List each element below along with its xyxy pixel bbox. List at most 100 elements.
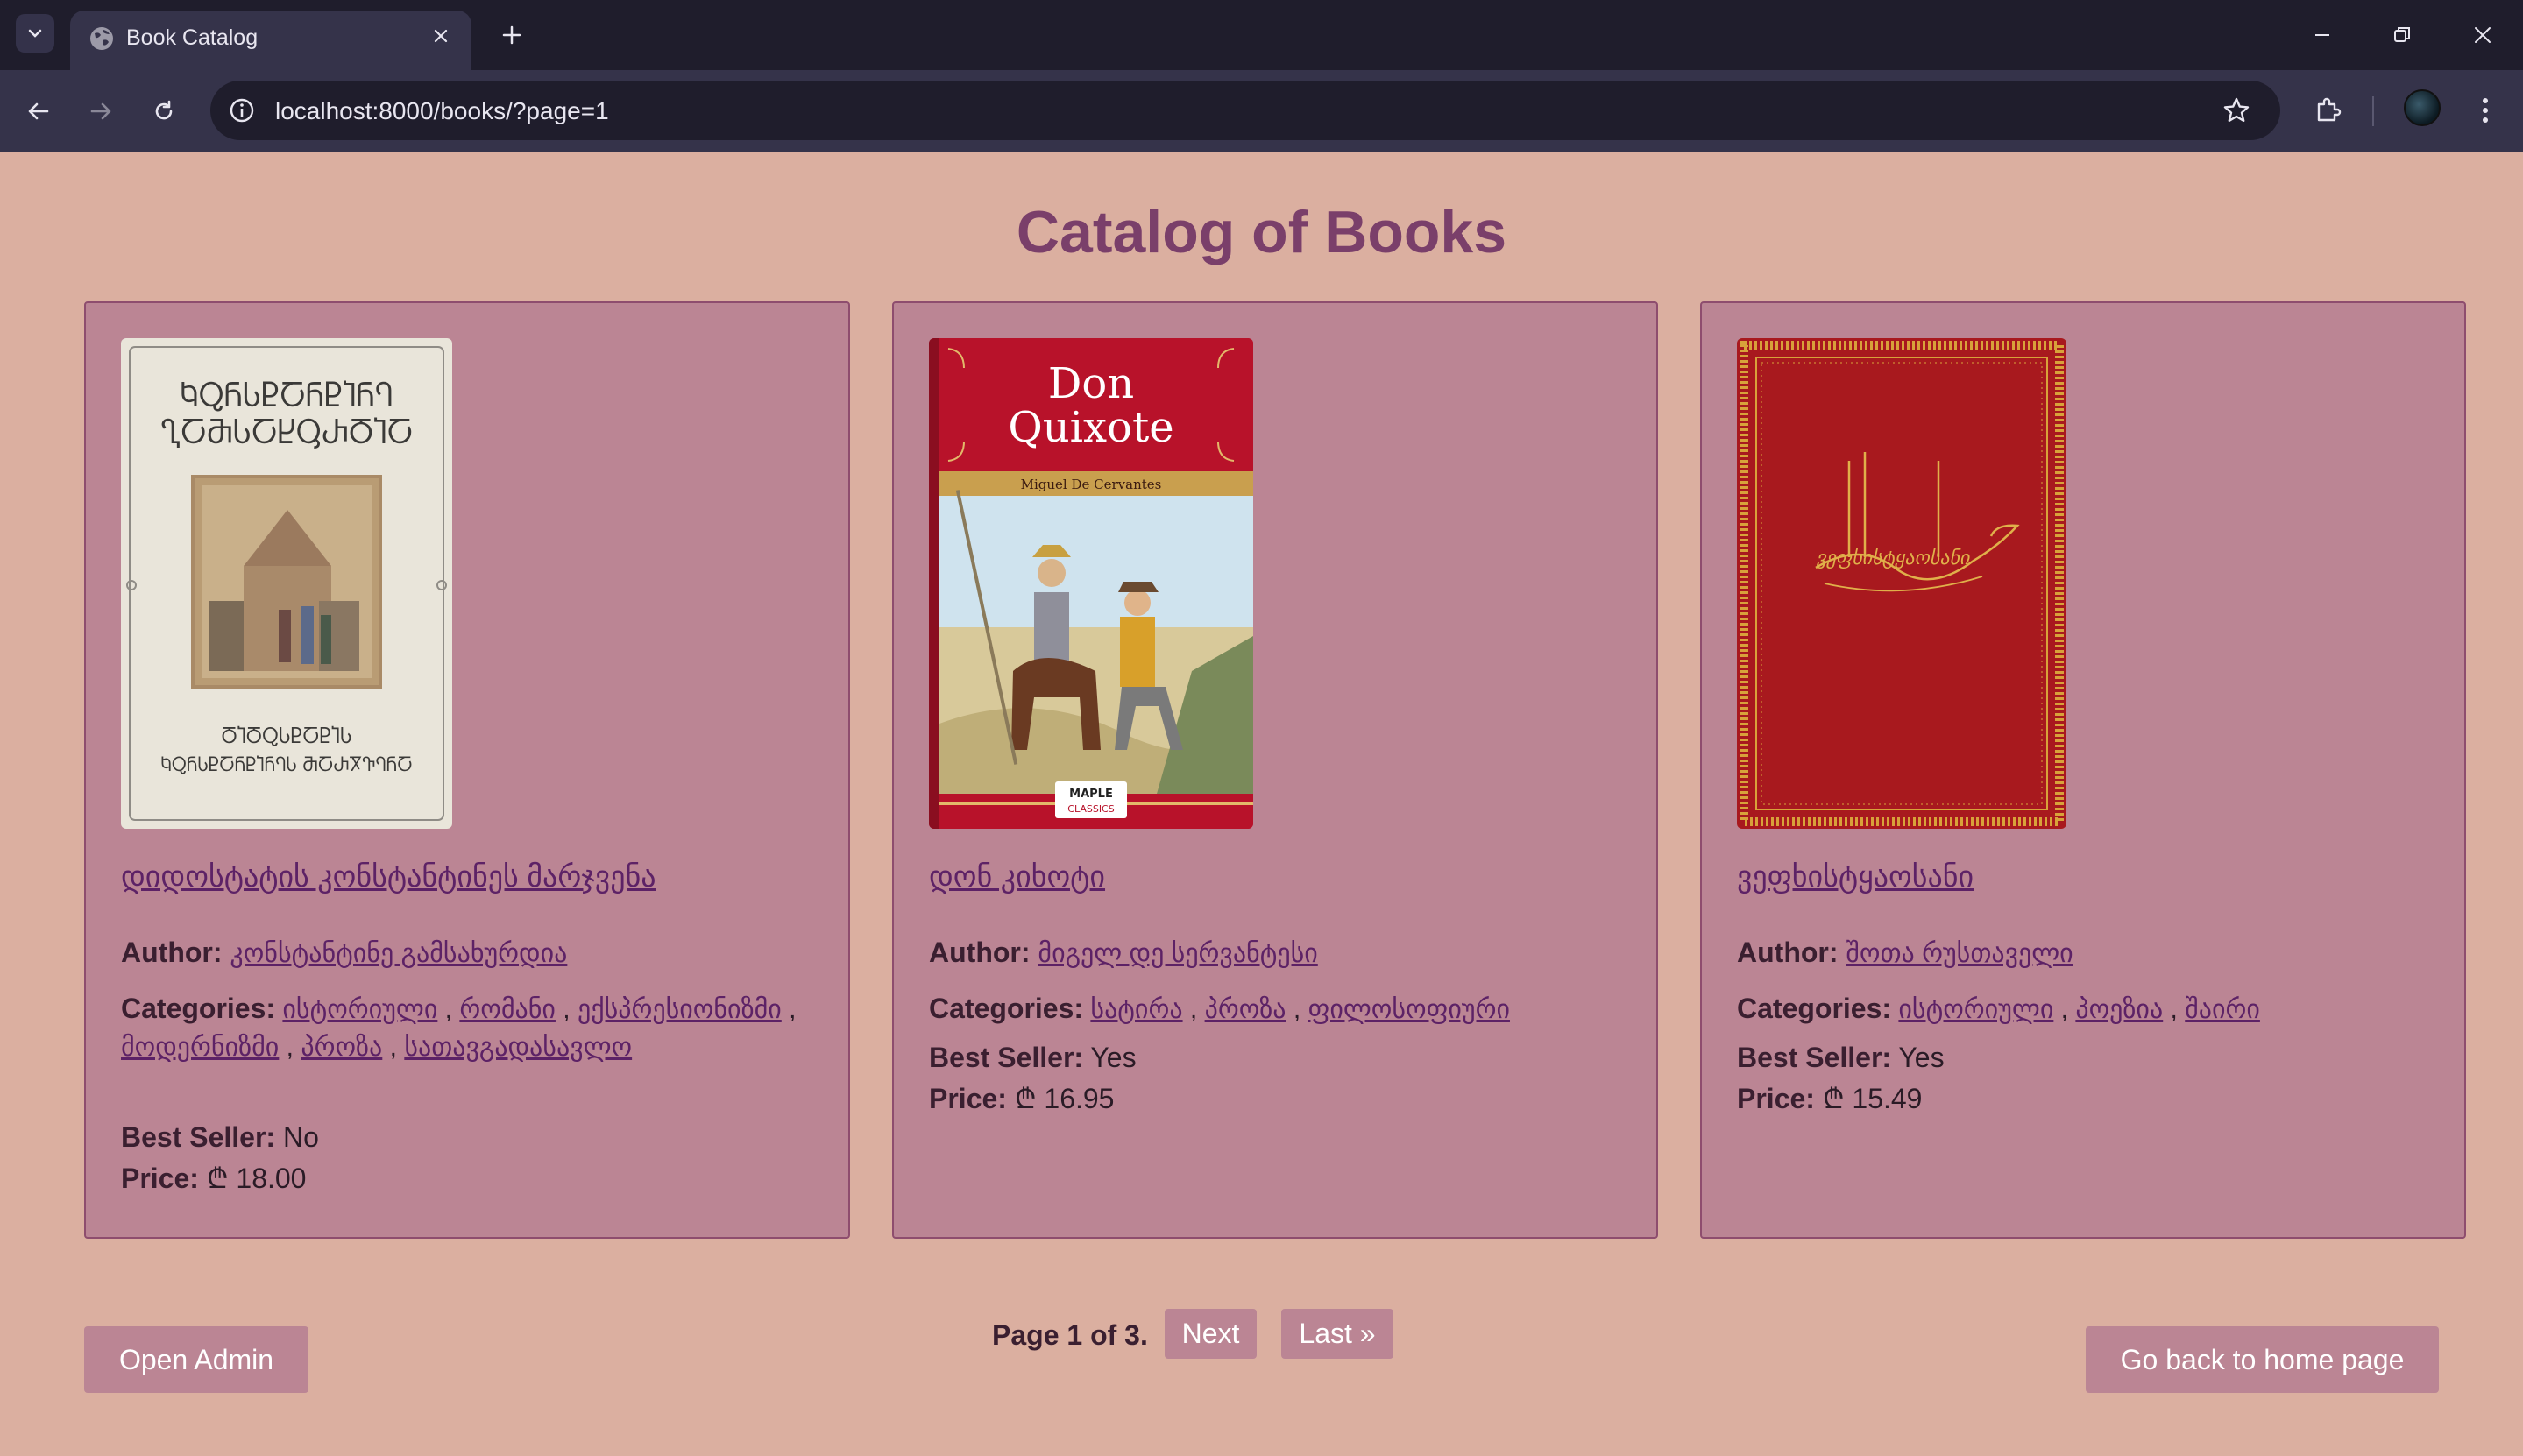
tab-title: Book Catalog — [126, 25, 259, 50]
address-bar[interactable]: localhost:8000/books/?page=1 — [210, 81, 2280, 140]
best-seller-label: Best Seller: — [1737, 1042, 1892, 1073]
category-link[interactable]: სატირა — [1090, 995, 1182, 1024]
price-row: Price: ₾ 15.49 — [1737, 1080, 1922, 1118]
price-row: Price: ₾ 18.00 — [121, 1160, 306, 1198]
price-label: Price: — [121, 1163, 199, 1194]
reload-icon — [155, 100, 173, 120]
open-admin-button[interactable]: Open Admin — [84, 1326, 308, 1393]
book-card: ვეფხისტყაოსანი ვეფხისტყაოსანი Author: შო… — [1700, 301, 2466, 1239]
chevron-down-icon — [28, 29, 42, 38]
svg-text:Miguel De Cervantes: Miguel De Cervantes — [1021, 477, 1162, 492]
profile-avatar[interactable] — [2404, 89, 2441, 126]
forward-button[interactable] — [81, 91, 121, 131]
tab-search-button[interactable] — [16, 14, 54, 53]
reload-button[interactable] — [144, 91, 184, 131]
book-card: Don Quixote Miguel De Cervantes MAPLE CL… — [892, 301, 1658, 1239]
book-card: ႩႭႬႱႲႠႬႲႨႬႤ ႢႠႫႱႠႾႳႰႣႨႠ ႣႨႣႭႱႲႠႲႨႱ ႩႭႬႱႲ… — [84, 301, 850, 1239]
category-link[interactable]: მოდერნიზმი — [121, 1033, 279, 1062]
svg-text:ვეფხისტყაოსანი: ვეფხისტყაოსანი — [1816, 548, 1971, 569]
restore-icon — [2394, 27, 2410, 42]
browser-menu-button[interactable] — [2464, 89, 2506, 131]
category-link[interactable]: ექსპრესიონიზმი — [578, 995, 782, 1024]
price-value: ₾ 18.00 — [206, 1163, 307, 1194]
site-info-button[interactable] — [223, 91, 261, 130]
svg-text:CLASSICS: CLASSICS — [1067, 803, 1114, 815]
author-label: Author: — [929, 937, 1031, 968]
browser-tab[interactable]: Book Catalog — [70, 11, 471, 70]
puzzle-icon — [2317, 97, 2342, 122]
categories-row: Categories: სატირა , პროზა , ფილოსოფიური — [929, 993, 1510, 1024]
book-title-link[interactable]: დიდოსტატის კონსტანტინეს მარჯვენა — [121, 859, 656, 894]
book-cover-image[interactable]: Don Quixote Miguel De Cervantes MAPLE CL… — [929, 338, 1253, 829]
best-seller-value: No — [282, 1121, 319, 1153]
author-label: Author: — [1737, 937, 1839, 968]
best-seller-label: Best Seller: — [929, 1042, 1084, 1073]
browser-tab-bar: Book Catalog — [0, 0, 2523, 70]
author-link[interactable]: მიგელ დე სერვანტესი — [1038, 939, 1317, 968]
last-page-button[interactable]: Last » — [1281, 1309, 1393, 1359]
categories-label: Categories: — [121, 993, 276, 1024]
price-row: Price: ₾ 16.95 — [929, 1080, 1114, 1118]
price-label: Price: — [1737, 1083, 1815, 1114]
category-link[interactable]: რომანი — [459, 995, 556, 1024]
restore-button[interactable] — [2383, 16, 2421, 54]
toolbar-divider — [2372, 96, 2374, 126]
close-window-button[interactable] — [2463, 16, 2502, 54]
page-title: Catalog of Books — [1016, 199, 1507, 265]
category-link[interactable]: ისტორიული — [1898, 995, 2053, 1024]
book-title-link[interactable]: დონ კიხოტი — [929, 859, 1105, 894]
best-seller-label: Best Seller: — [121, 1121, 276, 1153]
close-icon — [434, 29, 448, 43]
svg-text:ႣႨႣႭႱႲႠႲႨႱ: ႣႨႣႭႱႲႠႲႨႱ — [221, 726, 351, 748]
pagination-info: Page 1 of 3. — [992, 1319, 1148, 1351]
book-cover-image[interactable]: ႩႭႬႱႲႠႬႲႨႬႤ ႢႠႫႱႠႾႳႰႣႨႠ ႣႨႣႭႱႲႠႲႨႱ ႩႭႬႱႲ… — [121, 338, 452, 829]
minimize-icon — [2315, 34, 2329, 36]
close-icon — [2475, 27, 2491, 43]
kebab-menu-icon — [2483, 98, 2488, 123]
browser-toolbar: localhost:8000/books/?page=1 — [0, 70, 2523, 152]
categories-row: Categories: ისტორიული , პოეზია , შაირი — [1737, 993, 2260, 1024]
arrow-right-icon — [90, 102, 111, 120]
svg-text:ႩႭႬႱႲႠႬႲႨႬႤ: ႩႭႬႱႲႠႬႲႨႬႤ — [180, 379, 393, 414]
author-row: Author: კონსტანტინე გამსახურდია — [121, 934, 567, 972]
author-link[interactable]: შოთა რუსთაველი — [1846, 939, 2073, 968]
svg-text:MAPLE: MAPLE — [1069, 788, 1113, 801]
author-row: Author: შოთა რუსთაველი — [1737, 934, 2073, 972]
category-link[interactable]: შაირი — [2185, 995, 2260, 1024]
info-icon — [230, 98, 254, 123]
best-seller-row: Best Seller: Yes — [1737, 1039, 1945, 1077]
new-tab-button[interactable] — [494, 18, 529, 53]
category-link[interactable]: ისტორიული — [282, 995, 437, 1024]
author-label: Author: — [121, 937, 223, 968]
go-home-button[interactable]: Go back to home page — [2086, 1326, 2439, 1393]
arrow-left-icon — [28, 102, 49, 120]
extensions-button[interactable] — [2307, 89, 2349, 131]
plus-icon — [502, 25, 521, 45]
svg-text:ႢႠႫႱႠႾႳႰႣႨႠ: ႢႠႫႱႠႾႳႰႣႨႠ — [160, 416, 413, 451]
best-seller-value: Yes — [1898, 1042, 1945, 1073]
categories-label: Categories: — [1737, 993, 1892, 1024]
svg-text:Don: Don — [1048, 359, 1134, 408]
best-seller-value: Yes — [1090, 1042, 1137, 1073]
categories-row: Categories: ისტორიული , რომანი , ექსპრეს… — [121, 993, 797, 1062]
back-button[interactable] — [18, 91, 59, 131]
globe-icon — [90, 27, 113, 50]
price-label: Price: — [929, 1083, 1007, 1114]
price-value: ₾ 16.95 — [1014, 1083, 1115, 1114]
best-seller-row: Best Seller: No — [121, 1119, 319, 1156]
category-link[interactable]: პოეზია — [2075, 995, 2163, 1024]
best-seller-row: Best Seller: Yes — [929, 1039, 1137, 1077]
book-title-link[interactable]: ვეფხისტყაოსანი — [1737, 859, 1974, 894]
category-link[interactable]: პროზა — [301, 1033, 382, 1062]
category-link[interactable]: ფილოსოფიური — [1308, 995, 1510, 1024]
author-link[interactable]: კონსტანტინე გამსახურდია — [230, 939, 567, 968]
next-page-button[interactable]: Next — [1165, 1309, 1257, 1359]
minimize-button[interactable] — [2303, 16, 2342, 54]
category-link[interactable]: სათავგადასავლო — [404, 1033, 632, 1062]
star-icon — [2223, 97, 2250, 122]
book-cover-image[interactable]: ვეფხისტყაოსანი — [1737, 338, 2066, 829]
tab-close-button[interactable] — [426, 21, 456, 51]
bookmark-button[interactable] — [2217, 91, 2256, 130]
category-link[interactable]: პროზა — [1205, 995, 1286, 1024]
svg-text:ႩႭႬႱႲႠႬႲႨႬႤႱ ႫႠႰႿႥႤႬႠ: ႩႭႬႱႲႠႬႲႨႬႤႱ ႫႠႰႿႥႤႬႠ — [160, 754, 412, 775]
